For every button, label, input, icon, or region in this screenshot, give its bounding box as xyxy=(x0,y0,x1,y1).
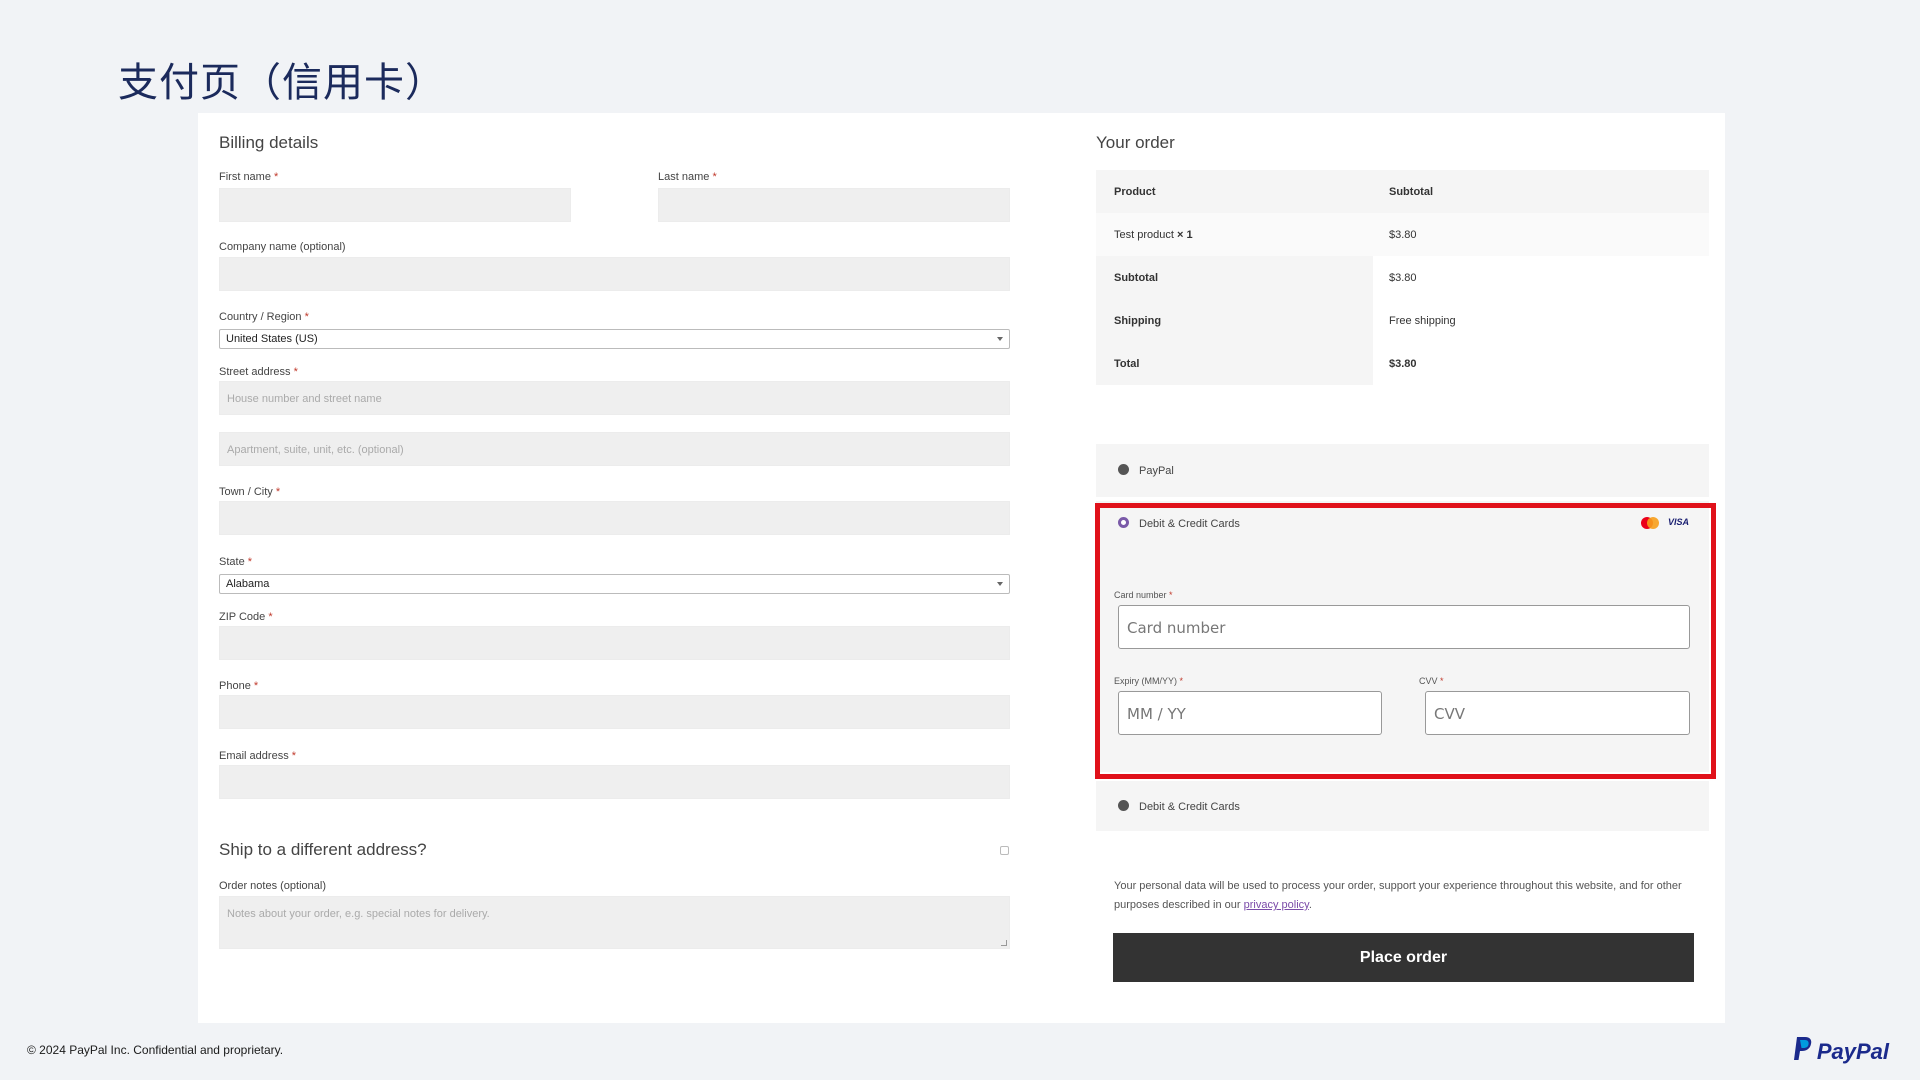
order-notes-textarea[interactable]: Notes about your order, e.g. special not… xyxy=(219,896,1010,949)
product-name: Test product xyxy=(1114,229,1174,241)
company-input[interactable] xyxy=(219,257,1010,291)
card-number-input[interactable]: Card number xyxy=(1118,605,1690,649)
order-title: Your order xyxy=(1096,133,1175,152)
place-order-button[interactable]: Place order xyxy=(1113,933,1694,982)
street-label: Street address * xyxy=(219,366,298,378)
total-row: Total $3.80 xyxy=(1096,342,1709,385)
city-input[interactable] xyxy=(219,501,1010,535)
shipping-row: Shipping Free shipping xyxy=(1096,299,1709,342)
radio-button[interactable] xyxy=(1118,464,1129,475)
last-name-label: Last name * xyxy=(658,171,717,183)
order-notes-label: Order notes (optional) xyxy=(219,880,326,892)
phone-input[interactable] xyxy=(219,695,1010,729)
order-notes-placeholder: Notes about your order, e.g. special not… xyxy=(227,908,490,920)
order-table-header: Product Subtotal xyxy=(1096,170,1709,213)
slide-title: 支付页（信用卡） xyxy=(118,60,446,106)
street-input[interactable]: House number and street name xyxy=(219,381,1010,415)
last-name-input[interactable] xyxy=(658,188,1010,222)
paypal-option-label: PayPal xyxy=(1139,465,1174,477)
country-select[interactable]: United States (US) xyxy=(219,329,1010,349)
street2-input[interactable]: Apartment, suite, unit, etc. (optional) xyxy=(219,432,1010,466)
radio-button-selected[interactable] xyxy=(1118,517,1129,528)
payment-option-cards-alt[interactable]: Debit & Credit Cards xyxy=(1096,781,1709,831)
email-label: Email address * xyxy=(219,750,297,762)
cards-option-label: Debit & Credit Cards xyxy=(1139,518,1240,530)
subtotal-row: Subtotal $3.80 xyxy=(1096,256,1709,299)
order-item-row: Test product × 1 $3.80 xyxy=(1096,213,1709,256)
company-label: Company name (optional) xyxy=(219,241,346,253)
subtotal-value: $3.80 xyxy=(1389,272,1417,284)
visa-icon: VISA xyxy=(1668,517,1690,527)
checkout-panel: Billing details First name * Last name *… xyxy=(198,113,1725,1023)
shipping-value: Free shipping xyxy=(1389,315,1456,327)
chevron-down-icon xyxy=(997,582,1003,586)
footer-copyright: © 2024 PayPal Inc. Confidential and prop… xyxy=(27,1043,284,1057)
subtotal-label: Subtotal xyxy=(1096,256,1373,299)
ship-different-title: Ship to a different address? xyxy=(219,840,427,859)
resize-handle-icon[interactable] xyxy=(1001,940,1007,946)
cards-alt-option-label: Debit & Credit Cards xyxy=(1139,801,1240,813)
cvv-input[interactable]: CVV xyxy=(1425,691,1690,735)
phone-label: Phone * xyxy=(219,680,259,692)
header-product: Product xyxy=(1114,186,1156,198)
ship-different-checkbox[interactable] xyxy=(1000,846,1009,855)
paypal-p-icon xyxy=(1793,1036,1813,1067)
first-name-label: First name * xyxy=(219,171,279,183)
product-price: $3.80 xyxy=(1389,229,1417,241)
total-value: $3.80 xyxy=(1389,358,1417,370)
billing-title: Billing details xyxy=(219,133,319,152)
expiry-label: Expiry (MM/YY) * xyxy=(1114,676,1184,686)
city-label: Town / City * xyxy=(219,486,281,498)
payment-option-paypal[interactable]: PayPal xyxy=(1096,444,1709,497)
first-name-input[interactable] xyxy=(219,188,571,222)
privacy-notice: Your personal data will be used to proce… xyxy=(1114,880,1682,911)
paypal-wordmark: PayPal xyxy=(1816,1038,1889,1064)
radio-button[interactable] xyxy=(1118,800,1129,811)
chevron-down-icon xyxy=(997,337,1003,341)
zip-label: ZIP Code * xyxy=(219,611,273,623)
cvv-label: CVV * xyxy=(1419,676,1444,686)
mastercard-icon xyxy=(1640,516,1660,529)
shipping-label: Shipping xyxy=(1096,299,1373,342)
product-qty: × 1 xyxy=(1176,229,1193,241)
paypal-logo: PayPal xyxy=(1793,1036,1889,1067)
total-label: Total xyxy=(1096,342,1373,385)
expiry-input[interactable]: MM / YY xyxy=(1118,691,1382,735)
state-select[interactable]: Alabama xyxy=(219,574,1010,594)
card-number-label: Card number * xyxy=(1114,590,1173,600)
header-subtotal: Subtotal xyxy=(1389,186,1433,198)
country-label: Country / Region * xyxy=(219,311,309,323)
payment-option-cards[interactable]: Debit & Credit Cards VISA Card number * … xyxy=(1096,501,1709,772)
zip-input[interactable] xyxy=(219,626,1010,660)
privacy-policy-link[interactable]: privacy policy xyxy=(1244,899,1309,911)
state-label: State * xyxy=(219,556,253,568)
email-input[interactable] xyxy=(219,765,1010,799)
